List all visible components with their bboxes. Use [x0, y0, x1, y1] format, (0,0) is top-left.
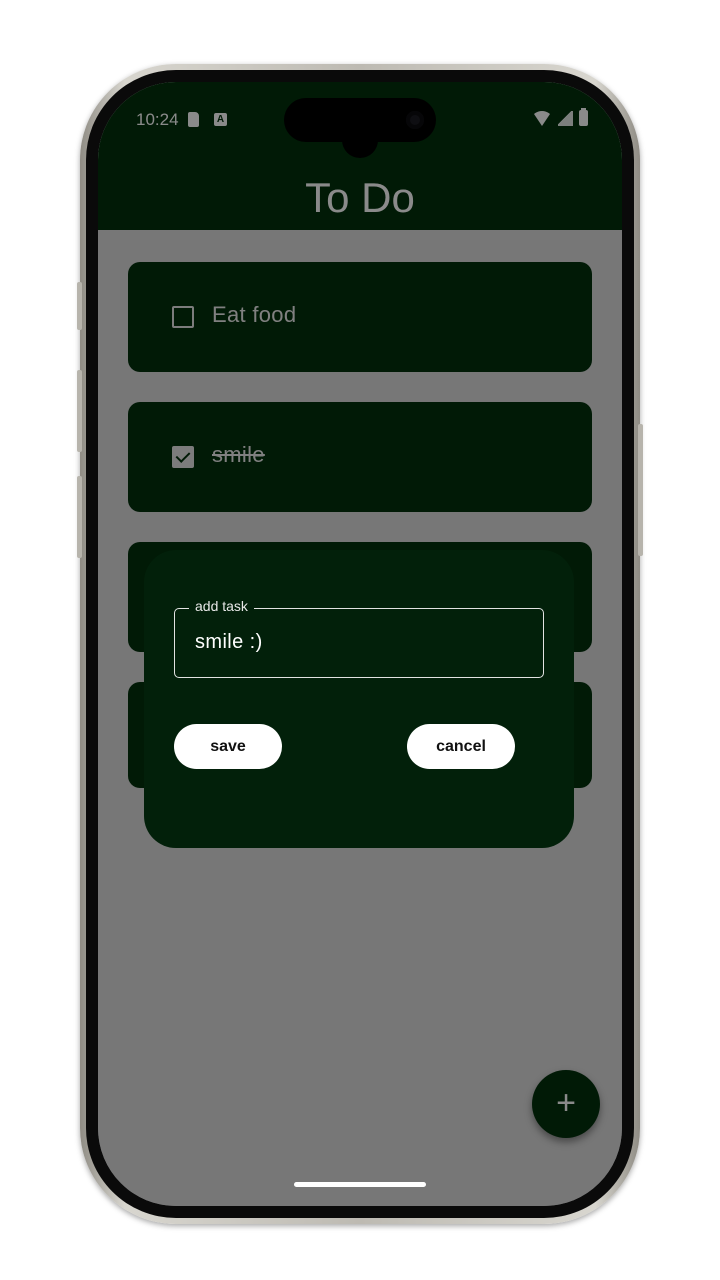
task-input-label: add task	[189, 598, 254, 614]
task-input[interactable]: add task smile :)	[174, 598, 544, 678]
task-input-value[interactable]: smile :)	[195, 631, 263, 654]
side-button-mute	[77, 282, 82, 330]
save-button[interactable]: save	[174, 724, 282, 769]
side-button-volume-up	[77, 370, 82, 452]
device-stage: 10:24 A To Do Eat food smile + add task …	[0, 0, 720, 1280]
cancel-button[interactable]: cancel	[407, 724, 515, 769]
side-button-volume-down	[77, 476, 82, 558]
add-task-dialog: add task smile :) save cancel	[144, 550, 574, 848]
side-button-power	[638, 424, 643, 556]
screen: 10:24 A To Do Eat food smile + add task …	[98, 82, 622, 1206]
home-indicator[interactable]	[294, 1182, 426, 1187]
